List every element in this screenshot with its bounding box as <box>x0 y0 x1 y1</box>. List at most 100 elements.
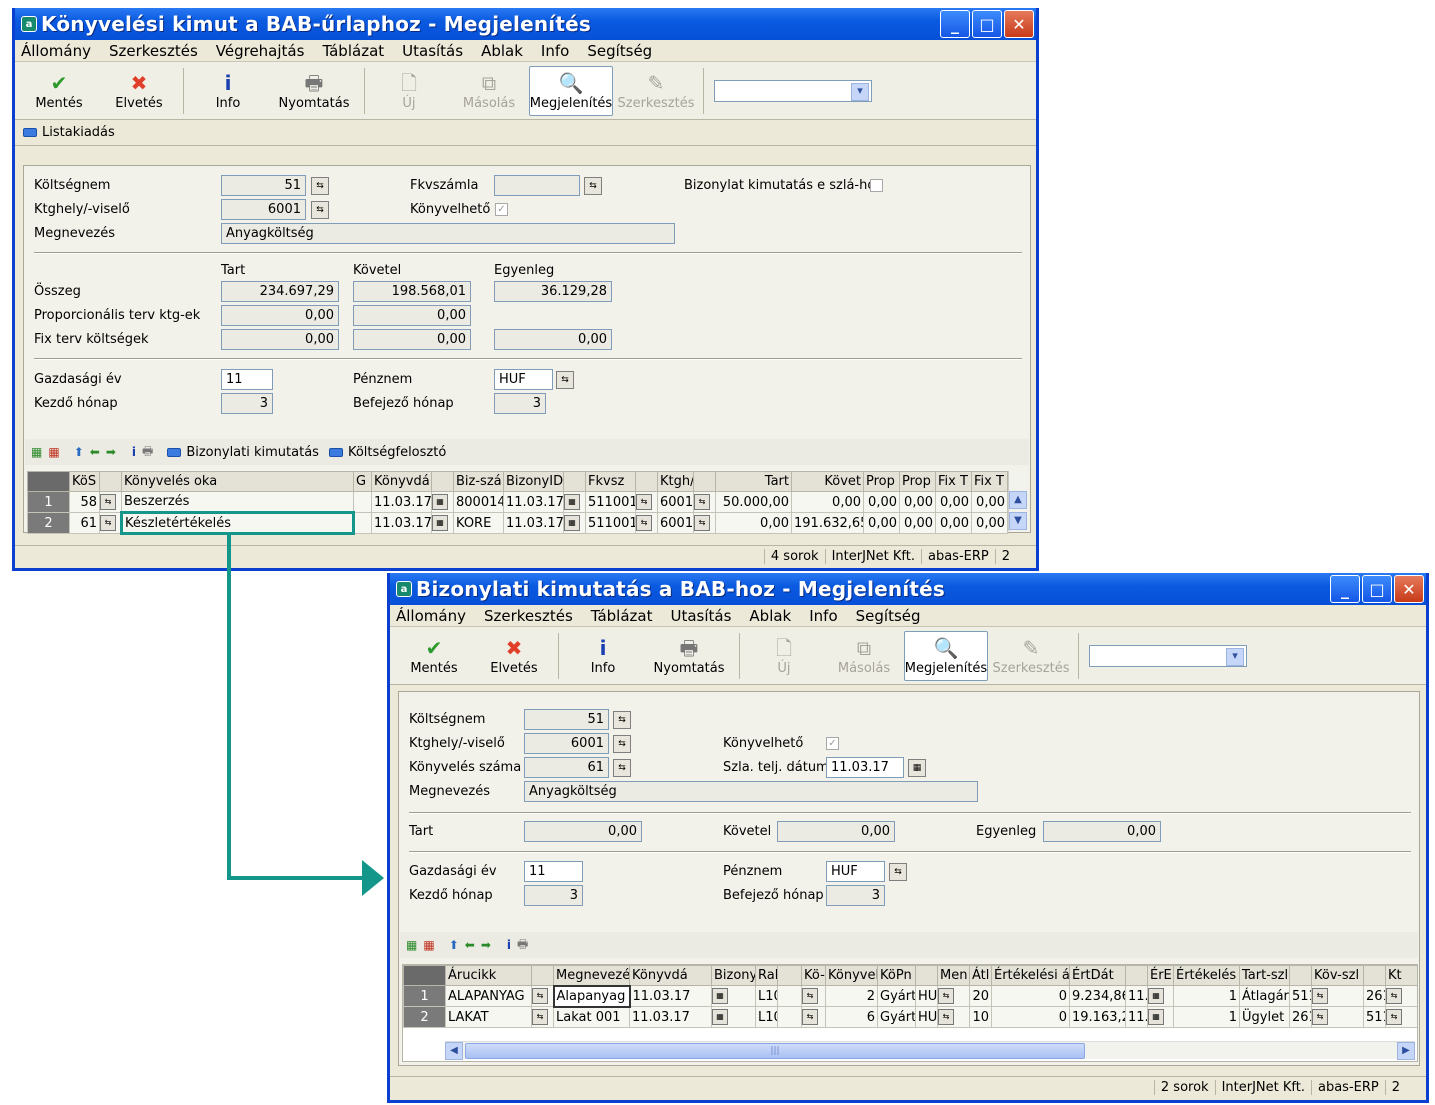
menu-ablak[interactable]: Ablak <box>749 607 791 625</box>
close-button[interactable]: ✕ <box>1004 10 1034 38</box>
cell[interactable]: 191.632,65 <box>791 512 864 534</box>
new-button[interactable]: 🗋 Új <box>744 631 824 681</box>
prop-kovetel-field[interactable]: 0,00 <box>353 305 471 326</box>
cell[interactable]: 20 <box>969 985 992 1007</box>
calendar-icon[interactable]: ▦ <box>1148 1009 1164 1025</box>
save-button[interactable]: ✔ Mentés <box>19 66 99 116</box>
cell[interactable]: 511001 <box>1289 985 1312 1007</box>
cell[interactable]: 19.163,2652 <box>1069 1006 1126 1028</box>
scroll-right-icon[interactable]: ▶ <box>1397 1041 1415 1060</box>
insert-row-icon[interactable]: ▦ <box>31 445 42 459</box>
delete-row-icon[interactable]: ▦ <box>48 445 59 459</box>
column-header[interactable]: Könyvdá <box>371 471 432 492</box>
select-icon[interactable]: ⇆ <box>889 863 907 881</box>
menu-szerkesztes[interactable]: Szerkesztés <box>484 607 573 625</box>
cell[interactable] <box>777 985 802 1007</box>
info-button[interactable]: i Info <box>188 66 268 116</box>
save-button[interactable]: ✔ Mentés <box>394 631 474 681</box>
column-header[interactable]: Értékelési á <box>991 965 1070 986</box>
column-header[interactable]: Köv-szl <box>1311 965 1364 986</box>
close-button[interactable]: ✕ <box>1394 575 1424 603</box>
cell[interactable]: 61 <box>69 512 100 534</box>
table-row[interactable]: 2 61 ⇆ Készletértékelés 11.03.17 ▦ KORE … <box>27 511 1008 535</box>
arrow-right-icon[interactable]: ➡ <box>481 938 491 952</box>
menu-segitseg[interactable]: Segítség <box>587 42 652 60</box>
info-icon[interactable]: i <box>132 445 136 459</box>
koltsegnem-field[interactable]: 51 <box>221 175 306 196</box>
cell[interactable]: 0 <box>991 1006 1070 1028</box>
column-header[interactable]: Fkvsz <box>585 471 636 492</box>
cell[interactable] <box>353 512 372 534</box>
select-icon[interactable]: ⇆ <box>613 711 631 729</box>
column-header[interactable]: Fix T <box>971 471 1008 492</box>
menu-vegrehajtas[interactable]: Végrehajtás <box>216 42 305 60</box>
cell[interactable]: 6 <box>825 1006 878 1028</box>
select-icon[interactable]: ⇆ <box>1312 1009 1328 1025</box>
koltsegnem-field[interactable]: 51 <box>524 709 609 730</box>
menu-segitseg[interactable]: Segítség <box>856 607 921 625</box>
cell[interactable]: 0,00 <box>863 512 900 534</box>
select-icon[interactable]: ⇆ <box>532 1009 548 1025</box>
select-icon[interactable]: ⇆ <box>584 177 602 195</box>
menu-tablazat[interactable]: Táblázat <box>591 607 653 625</box>
column-header[interactable]: Kt <box>1385 965 1417 986</box>
cell[interactable]: 11.03.17 <box>371 491 432 513</box>
row-number[interactable]: 2 <box>403 1006 446 1028</box>
koltsegfeloszto-link[interactable]: Költségfelosztó <box>348 445 446 460</box>
kovetel-field[interactable]: 0,00 <box>777 821 895 842</box>
column-header[interactable]: Követ <box>791 471 864 492</box>
cell[interactable]: 0,00 <box>935 512 972 534</box>
select-icon[interactable]: ⇆ <box>694 515 710 531</box>
befejezo-honap-field[interactable]: 3 <box>826 885 885 906</box>
cell[interactable]: ALAPANYAG <box>445 985 532 1007</box>
cell[interactable]: 10 <box>969 1006 992 1028</box>
column-header[interactable]: Árucikk <box>445 965 532 986</box>
cell[interactable]: 11.03.17 <box>629 985 712 1007</box>
cell[interactable]: 0,00 <box>971 491 1008 513</box>
menu-info[interactable]: Info <box>809 607 837 625</box>
discard-button[interactable]: ✖ Elvetés <box>99 66 179 116</box>
cell[interactable]: 0,00 <box>715 512 792 534</box>
view-button[interactable]: 🔍 Megjelenítés <box>904 630 988 681</box>
maximize-button[interactable]: □ <box>972 10 1002 38</box>
cell[interactable]: Lakat 001 <box>553 1006 630 1028</box>
column-header[interactable]: ÉrtDát <box>1069 965 1126 986</box>
column-header[interactable]: Prop <box>899 471 936 492</box>
column-header[interactable]: Kö- <box>801 965 826 986</box>
insert-row-icon[interactable]: ▦ <box>406 938 417 952</box>
discard-button[interactable]: ✖ Elvetés <box>474 631 554 681</box>
select-icon[interactable]: ⇆ <box>613 735 631 753</box>
cell[interactable]: 261000 <box>1363 985 1386 1007</box>
cell[interactable] <box>777 1006 802 1028</box>
osszeg-egyenleg-field[interactable]: 36.129,28 <box>494 281 612 302</box>
minimize-button[interactable]: _ <box>1330 575 1360 603</box>
copy-button[interactable]: ⧉ Másolás <box>824 631 904 681</box>
cell[interactable] <box>353 491 372 513</box>
new-button[interactable]: 🗋 Új <box>369 66 449 116</box>
calendar-icon[interactable]: ▦ <box>908 759 926 777</box>
column-header[interactable]: KöPn <box>877 965 916 986</box>
scroll-up-icon[interactable]: ▲ <box>1009 491 1027 509</box>
column-header[interactable]: Bizony <box>711 965 756 986</box>
toolbar-combo[interactable] <box>714 79 872 102</box>
select-icon[interactable]: ⇆ <box>311 201 329 219</box>
printer-icon[interactable]: 🖶 <box>517 935 528 956</box>
cell[interactable]: 2 <box>825 985 878 1007</box>
scroll-left-icon[interactable]: ◀ <box>445 1041 463 1060</box>
cell[interactable]: HUF <box>915 1006 938 1028</box>
select-icon[interactable]: ⇆ <box>1386 1009 1402 1025</box>
ktghely-field[interactable]: 6001 <box>221 199 306 220</box>
column-header[interactable]: Tart-szl <box>1239 965 1290 986</box>
tart-field[interactable]: 0,00 <box>524 821 642 842</box>
row-number[interactable]: 1 <box>27 491 70 513</box>
konyvelheto-checkbox[interactable]: ✓ <box>826 737 839 750</box>
printer-icon[interactable]: 🖶 <box>142 442 153 463</box>
column-header[interactable]: Tart <box>715 471 792 492</box>
column-header[interactable]: Rak <box>755 965 778 986</box>
select-icon[interactable]: ⇆ <box>802 1009 818 1025</box>
cell[interactable]: 9.234,8646 <box>1069 985 1126 1007</box>
fix-kovetel-field[interactable]: 0,00 <box>353 329 471 350</box>
column-header[interactable]: Könyvdá <box>629 965 712 986</box>
select-icon[interactable]: ⇆ <box>938 1009 954 1025</box>
cell[interactable]: 511001 <box>1363 1006 1386 1028</box>
